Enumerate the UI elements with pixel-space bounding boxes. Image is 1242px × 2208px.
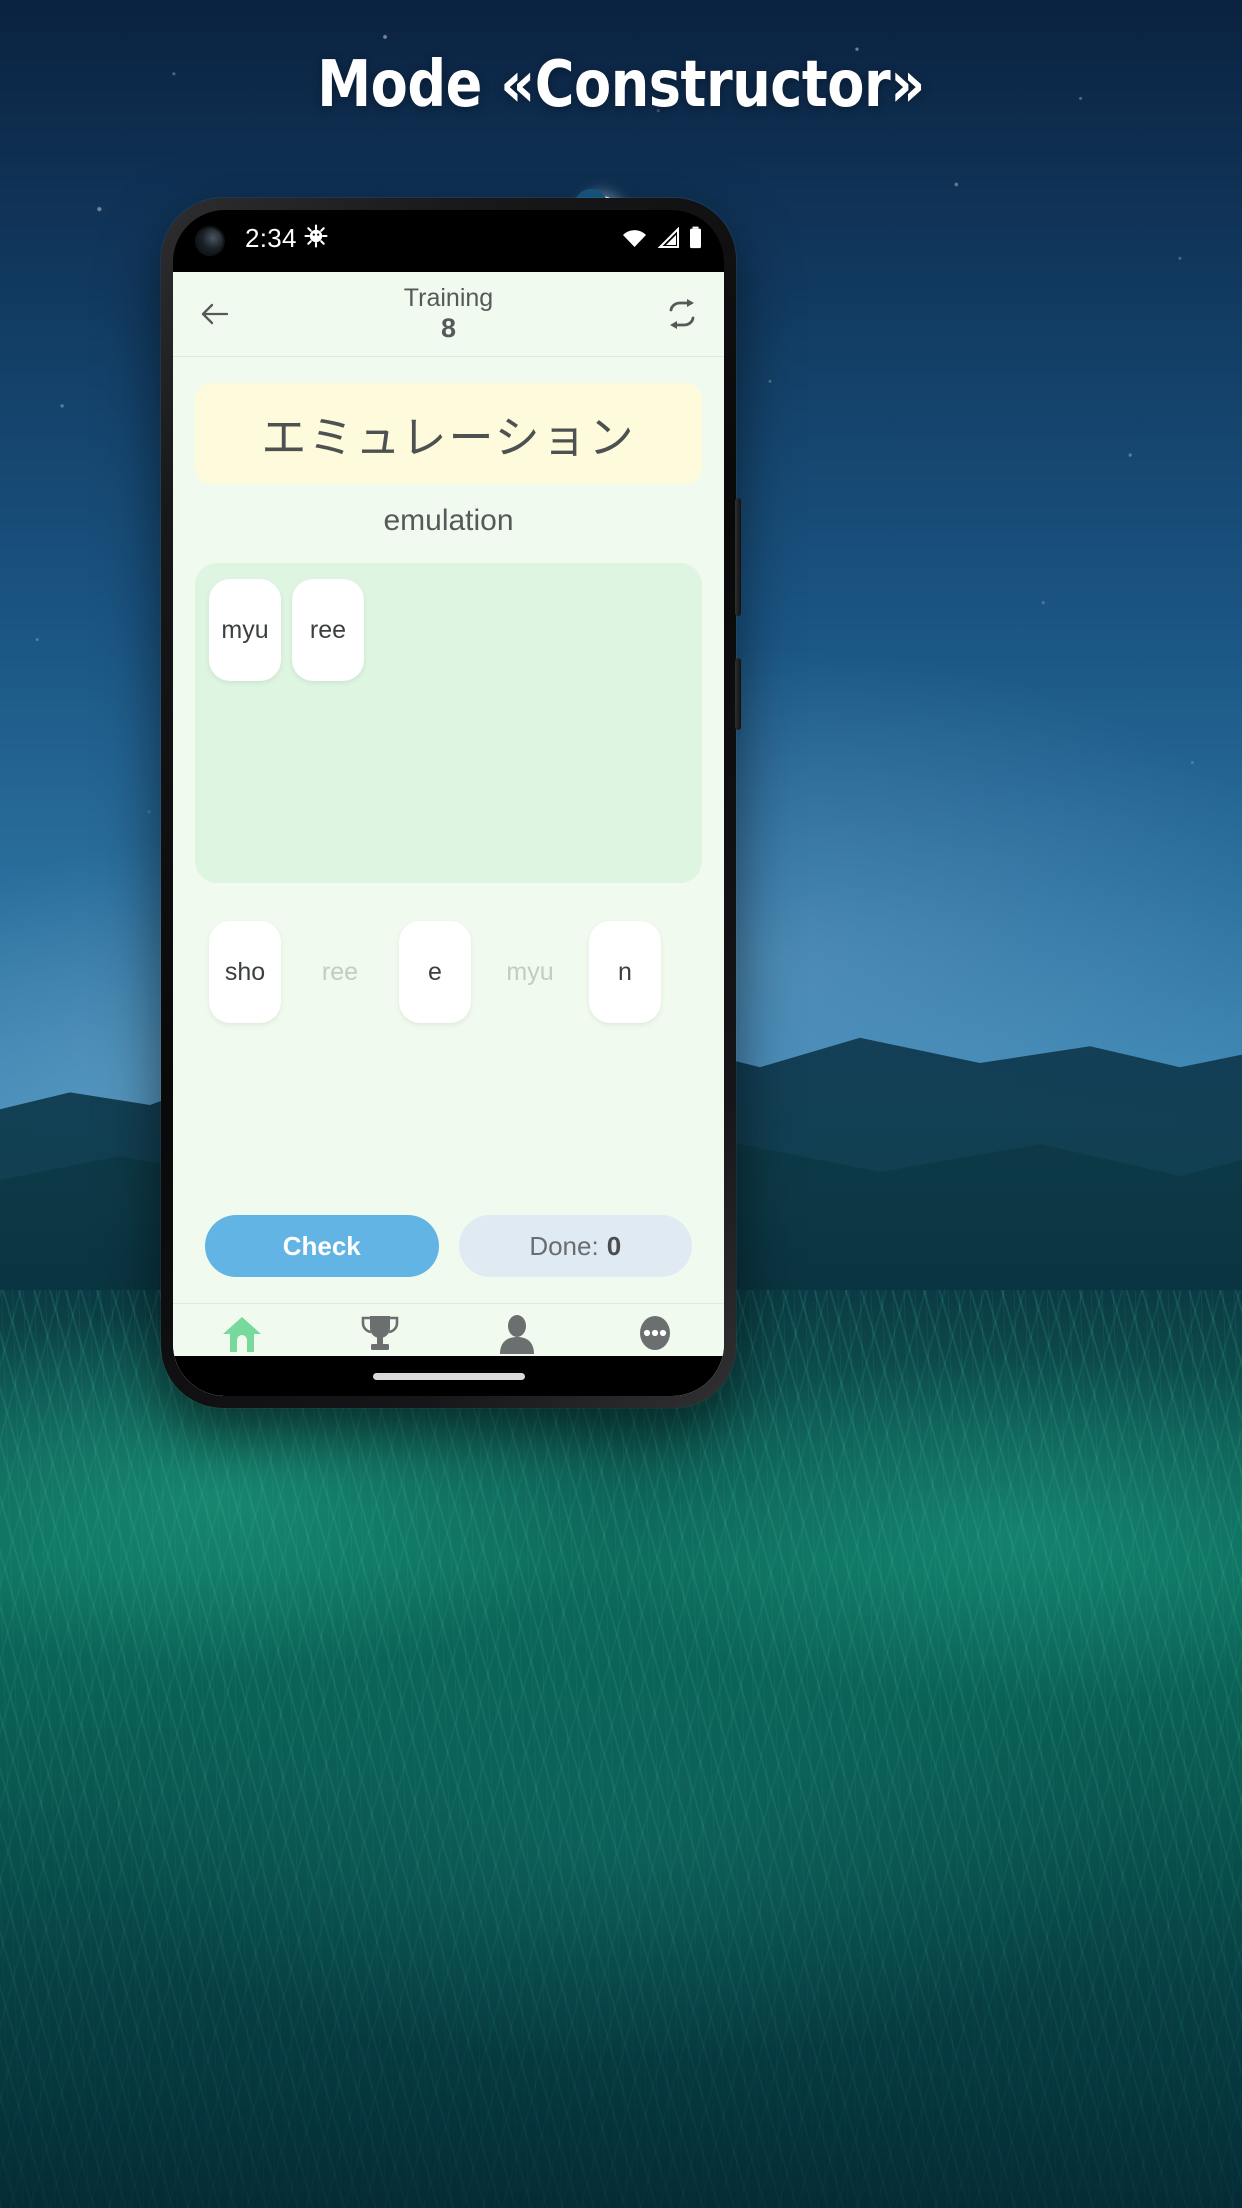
back-button[interactable] [195,294,235,334]
answer-tile[interactable]: myu [209,579,281,681]
android-debug-icon [304,224,328,248]
power-button[interactable] [735,658,741,730]
syllable-tile[interactable]: e [399,921,471,1023]
cell-signal-icon [657,226,679,248]
promo-headline: Mode «Constructor» [317,48,925,122]
done-count: 0 [606,1230,622,1261]
refresh-button[interactable] [662,294,702,334]
syllable-tile-used: ree [321,957,359,986]
app-bar-title-block: Training 8 [235,283,662,343]
wifi-icon [623,229,646,247]
home-icon [221,1314,263,1359]
answer-tile[interactable]: ree [292,579,364,681]
syllable-source-row: sho ree e myu n [195,921,702,1023]
training-count: 8 [440,312,457,343]
grass-field [0,1290,1242,2208]
done-counter-button[interactable]: Done: 0 [458,1215,692,1277]
prompt-card: エミュレーション [195,383,702,484]
person-icon [496,1314,538,1359]
repeat-icon [669,299,695,329]
home-indicator[interactable] [372,1372,525,1380]
syllable-tile[interactable]: n [589,921,661,1023]
page-title: Training [403,283,494,312]
battery-icon [690,226,701,249]
app-bar: Training 8 [173,272,724,357]
syllable-tile[interactable]: sho [209,921,281,1023]
action-buttons: Check Done: 0 [195,1215,702,1277]
phone-screen: 2:34 Training 8 エミュレーション emulation myu r… [173,210,724,1396]
ellipsis-icon [634,1314,676,1359]
training-content: エミュレーション emulation myu ree sho ree e myu n Ch… [173,357,724,1303]
status-indicators [621,226,702,249]
arrow-left-icon [201,303,229,325]
status-time: 2:34 [245,223,297,253]
gesture-navigation-bar [173,1356,724,1396]
syllable-tile-used: myu [506,957,554,986]
done-label: Done: [529,1230,599,1261]
front-camera-punchhole [197,228,223,254]
app-screen: Training 8 エミュレーション emulation myu ree sh… [173,272,724,1396]
prompt-word-japanese: エミュレーション [261,411,636,464]
status-bar: 2:34 [173,210,724,272]
check-button[interactable]: Check [205,1215,439,1277]
answer-drop-area[interactable]: myu ree [195,563,702,883]
volume-button[interactable] [735,498,741,616]
phone-device-frame: 2:34 Training 8 エミュレーション emulation myu r… [161,198,741,1408]
trophy-icon [359,1314,401,1359]
prompt-word-translation: emulation [383,504,514,537]
